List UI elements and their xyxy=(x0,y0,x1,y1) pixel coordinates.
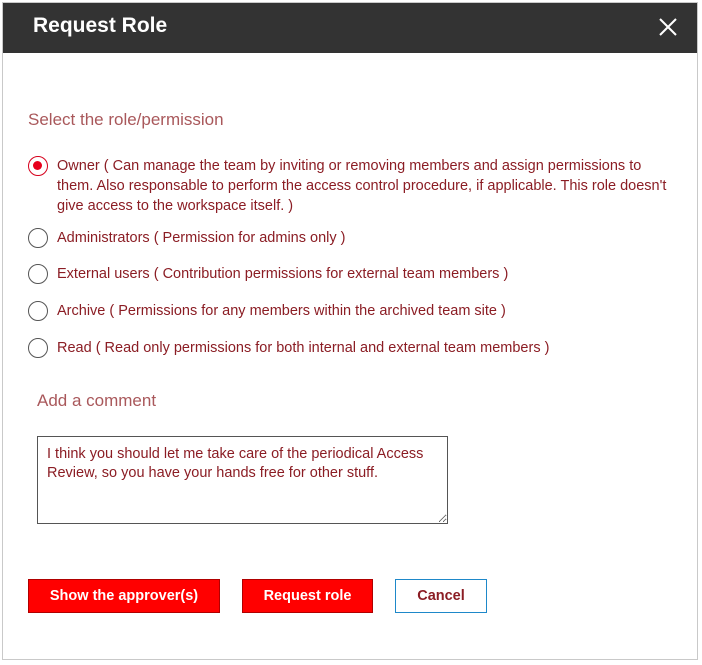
role-option-external-users[interactable]: External users ( Contribution permission… xyxy=(28,264,508,284)
role-option-label: Owner ( Can manage the team by inviting … xyxy=(57,158,667,214)
cancel-button[interactable]: Cancel xyxy=(395,579,487,613)
role-option-label: Administrators ( Permission for admins o… xyxy=(57,230,346,246)
role-option-label: External users ( Contribution permission… xyxy=(57,266,509,282)
radio-button[interactable] xyxy=(28,301,48,321)
radio-button[interactable] xyxy=(28,338,48,358)
request-role-dialog: Request Role Select the role/permission … xyxy=(2,2,698,660)
role-option-label: Archive ( Permissions for any members wi… xyxy=(57,303,506,319)
role-option-administrators[interactable]: Administrators ( Permission for admins o… xyxy=(28,228,345,248)
role-option-label: Read ( Read only permissions for both in… xyxy=(57,340,550,356)
role-section-label: Select the role/permission xyxy=(28,110,224,129)
dialog-header: Request Role xyxy=(3,3,697,53)
comment-section-label: Add a comment xyxy=(37,391,157,410)
dialog-title: Request Role xyxy=(33,14,168,37)
show-approvers-button[interactable]: Show the approver(s) xyxy=(28,579,220,613)
radio-button[interactable] xyxy=(28,156,48,176)
comment-textarea[interactable]: I think you should let me take care of t… xyxy=(37,436,448,524)
close-icon[interactable] xyxy=(657,16,679,38)
radio-button[interactable] xyxy=(28,264,48,284)
role-option-read[interactable]: Read ( Read only permissions for both in… xyxy=(28,338,549,358)
request-role-button[interactable]: Request role xyxy=(242,579,373,613)
radio-button[interactable] xyxy=(28,228,48,248)
role-option-archive[interactable]: Archive ( Permissions for any members wi… xyxy=(28,301,506,321)
role-option-owner[interactable]: Owner ( Can manage the team by inviting … xyxy=(28,156,678,216)
